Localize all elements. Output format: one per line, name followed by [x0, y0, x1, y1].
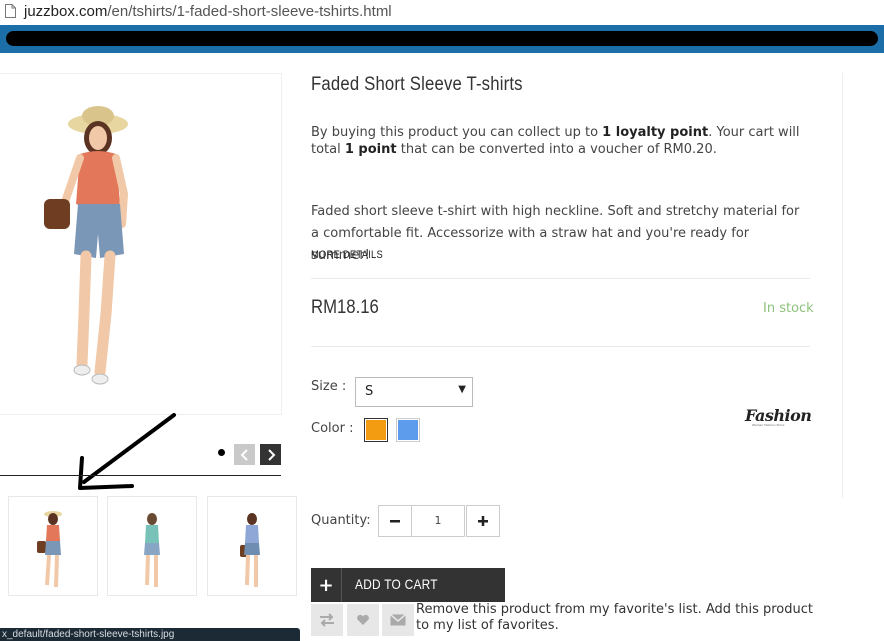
size-label: Size :: [311, 379, 347, 394]
compare-button[interactable]: [311, 604, 343, 636]
color-swatch-orange[interactable]: [364, 418, 388, 442]
address-bar[interactable]: juzzbox.com/en/tshirts/1-faded-short-sle…: [0, 0, 884, 25]
compare-icon: [320, 613, 334, 627]
thumbnail-3[interactable]: [207, 496, 297, 596]
gallery-divider: [0, 475, 281, 476]
loyalty-text: By buying this product you can collect u…: [311, 125, 800, 157]
product-price: RM18.16: [311, 297, 379, 318]
size-selected-value: S: [365, 384, 374, 399]
url-text: juzzbox.com/en/tshirts/1-faded-short-sle…: [24, 3, 392, 20]
thumbnail-prev-button[interactable]: [234, 444, 255, 465]
arrow-annotation-icon: [78, 413, 176, 490]
thumbnail-1[interactable]: [8, 496, 98, 596]
add-to-cart-label: ADD TO CART: [355, 576, 438, 592]
prev-icon: [240, 448, 248, 461]
info-panel-border: [842, 73, 843, 498]
more-details-link[interactable]: MORE DETAILS: [311, 249, 383, 261]
color-swatch-fill: [398, 420, 418, 440]
minus-icon: [390, 520, 400, 523]
thumbnail-next-button[interactable]: [260, 444, 281, 465]
color-label: Color :: [311, 421, 354, 436]
mail-icon: [390, 614, 406, 626]
page-icon: [5, 4, 16, 18]
chevron-down-icon: ▼: [458, 384, 466, 395]
brand-tagline: Women Fashion Store: [752, 423, 785, 427]
model-photo: [44, 106, 129, 385]
redaction-mark: [6, 31, 878, 46]
thumbnail-image: [37, 511, 62, 588]
stock-status: In stock: [763, 301, 814, 316]
pager-dot[interactable]: [218, 449, 225, 456]
thumbnail-image: [144, 513, 160, 587]
quantity-label: Quantity:: [311, 513, 371, 528]
divider: [311, 278, 810, 279]
email-button[interactable]: [382, 604, 414, 636]
product-description: Faded short sleeve t-shirt with high nec…: [311, 204, 800, 263]
quantity-input[interactable]: 1: [411, 505, 465, 537]
status-bar-url: x_default/faded-short-sleeve-tshirts.jpg: [0, 628, 300, 641]
cart-plus-icon: +: [311, 568, 342, 602]
thumbnail-2[interactable]: [107, 496, 197, 596]
product-title: Faded Short Sleeve T-shirts: [311, 74, 523, 95]
quantity-decrease-button[interactable]: [378, 505, 412, 537]
size-select[interactable]: S ▼: [355, 377, 473, 407]
favorites-text: Remove this product from my favorite's l…: [416, 602, 813, 633]
thumbnail-image: [240, 513, 260, 587]
next-icon: [267, 448, 275, 461]
quantity-increase-button[interactable]: [466, 505, 500, 537]
color-swatch-blue[interactable]: [396, 418, 420, 442]
main-product-image[interactable]: [0, 73, 282, 415]
wishlist-button[interactable]: [347, 604, 379, 636]
add-to-cart-button[interactable]: + ADD TO CART: [311, 568, 505, 602]
divider: [311, 346, 810, 347]
plus-icon: [478, 516, 488, 526]
color-swatch-fill: [366, 420, 386, 440]
heart-icon: [357, 614, 369, 625]
